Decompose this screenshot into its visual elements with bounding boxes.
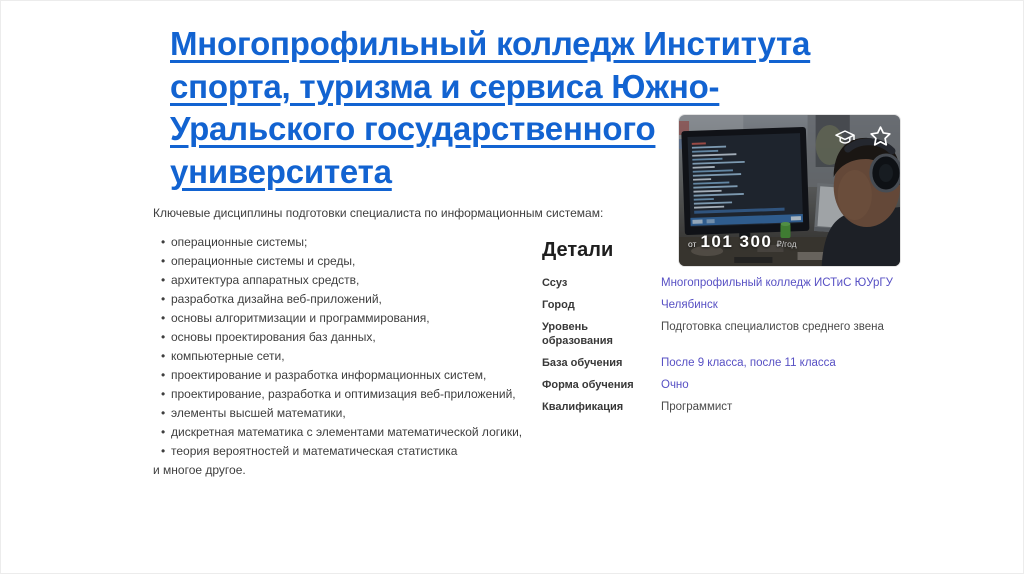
detail-label: Уровень образования [542, 321, 613, 347]
detail-label: Форма обучения [542, 379, 634, 391]
detail-row-study-form: Форма обучения Очно [542, 378, 907, 392]
list-item: основы проектирования баз данных, [161, 328, 571, 347]
detail-value-link[interactable]: Многопрофильный колледж ИСТиС ЮУрГУ [661, 276, 893, 290]
list-item: разработка дизайна веб-приложений, [161, 290, 571, 309]
list-item: элементы высшей математики, [161, 404, 571, 423]
details-heading: Детали [542, 239, 614, 261]
list-item: дискретная математика с элементами матем… [161, 423, 571, 442]
detail-row-city: Город Челябинск [542, 298, 907, 312]
disciplines-list: операционные системы; операционные систе… [161, 233, 571, 461]
detail-value-link[interactable]: Челябинск [661, 298, 718, 312]
detail-value: Подготовка специалистов среднего звена [661, 321, 884, 333]
detail-row-qualification: Квалификация Программист [542, 400, 907, 414]
slide-canvas: Многопрофильный колледж Института спорта… [0, 0, 1024, 574]
detail-value: Программист [661, 401, 733, 413]
detail-label: Ссуз [542, 277, 568, 289]
detail-row-base: База обучения После 9 класса, после 11 к… [542, 356, 907, 370]
list-item: компьютерные сети, [161, 347, 571, 366]
detail-value-link[interactable]: После 9 класса, после 11 класса [661, 356, 836, 370]
detail-label: База обучения [542, 357, 623, 369]
outro-text: и многое другое. [153, 463, 246, 477]
detail-value-link[interactable]: Очно [661, 378, 689, 392]
detail-label: Город [542, 299, 575, 311]
list-item: проектирование и разработка информационн… [161, 366, 571, 385]
detail-row-ssuz: Ссуз Многопрофильный колледж ИСТиС ЮУрГУ [542, 276, 907, 290]
detail-label: Квалификация [542, 401, 624, 413]
star-icon[interactable] [870, 126, 891, 146]
list-item: теория вероятностей и математическая ста… [161, 442, 571, 461]
list-item: основы алгоритмизации и программирования… [161, 309, 571, 328]
details-panel: Детали Ссуз Многопрофильный колледж ИСТи… [542, 238, 907, 422]
list-item: архитектура аппаратных средств, [161, 271, 571, 290]
graduation-cap-icon [835, 130, 855, 144]
list-item: операционные системы и среды, [161, 252, 571, 271]
list-item: операционные системы; [161, 233, 571, 252]
detail-row-education-level: Уровень образования Подготовка специалис… [542, 320, 907, 348]
intro-text: Ключевые дисциплины подготовки специалис… [153, 206, 604, 220]
list-item: проектирование, разработка и оптимизация… [161, 385, 571, 404]
